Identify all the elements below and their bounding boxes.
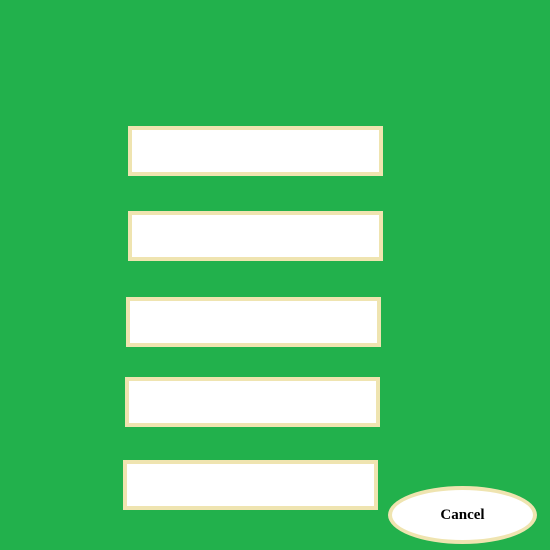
cancel-button-label: Cancel bbox=[440, 506, 485, 523]
text-field-2[interactable] bbox=[128, 211, 383, 261]
text-field-5[interactable] bbox=[123, 460, 378, 510]
text-field-1[interactable] bbox=[128, 126, 383, 176]
text-field-4[interactable] bbox=[125, 377, 380, 427]
cancel-button[interactable]: Cancel bbox=[388, 486, 537, 544]
text-field-3[interactable] bbox=[126, 297, 381, 347]
